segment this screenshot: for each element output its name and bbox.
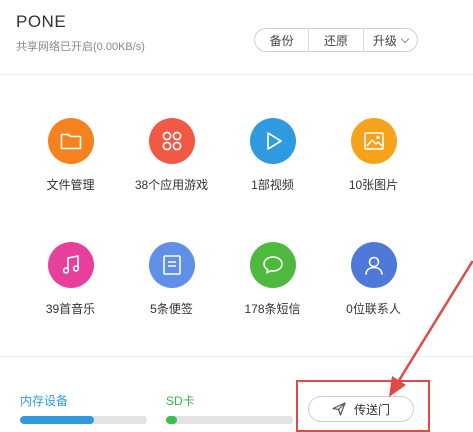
play-icon — [249, 118, 296, 164]
category-videos[interactable]: 1部视频 — [222, 118, 323, 193]
category-label: 178条短信 — [244, 302, 301, 316]
internal-storage-label: 内存设备 — [20, 394, 69, 408]
category-notes[interactable]: 5条便签 — [121, 242, 222, 317]
sd-card-label: SD卡 — [166, 394, 195, 408]
category-music[interactable]: 39首音乐 — [20, 242, 121, 317]
phone-manager-panel: PONE 共享网络已开启(0.00KB/s) 备份 还原 升级 文件管理 38个… — [0, 0, 473, 432]
internal-storage-bar — [20, 416, 147, 424]
upgrade-button-label: 升级 — [372, 33, 397, 48]
category-label: 38个应用游戏 — [134, 178, 209, 192]
message-icon — [249, 242, 296, 288]
category-label: 1部视频 — [251, 178, 294, 192]
contact-icon — [350, 242, 397, 288]
category-label: 10张图片 — [348, 178, 399, 192]
upgrade-dropdown-button[interactable]: 升级 — [364, 29, 417, 51]
backup-button[interactable]: 备份 — [255, 29, 310, 51]
category-contacts[interactable]: 0位联系人 — [323, 242, 424, 317]
image-icon — [350, 118, 397, 164]
transfer-portal-button[interactable]: 传送门 — [308, 396, 414, 422]
internal-storage: 内存设备 — [20, 392, 147, 424]
category-images[interactable]: 10张图片 — [323, 118, 424, 193]
category-label: 5条便签 — [150, 302, 193, 316]
chevron-down-icon — [400, 34, 410, 43]
internal-storage-bar-fill — [20, 416, 94, 424]
sd-card-bar — [166, 416, 293, 424]
apps-icon — [148, 118, 195, 164]
music-icon — [47, 242, 94, 288]
restore-button[interactable]: 还原 — [309, 29, 364, 51]
sd-card-storage: SD卡 — [166, 392, 293, 424]
sd-card-bar-fill — [166, 416, 178, 424]
category-label: 文件管理 — [46, 178, 95, 192]
category-file-manager[interactable]: 文件管理 — [20, 118, 121, 193]
action-button-group: 备份 还原 升级 — [254, 28, 418, 52]
folder-icon — [47, 118, 94, 164]
note-icon — [148, 242, 195, 288]
footer-divider — [0, 356, 473, 357]
category-label: 39首音乐 — [45, 302, 96, 316]
category-label: 0位联系人 — [346, 302, 401, 316]
category-apps-games[interactable]: 38个应用游戏 — [121, 118, 222, 193]
header-divider — [0, 74, 473, 75]
restore-button-label: 还原 — [323, 33, 348, 48]
annotation-arrow — [389, 260, 473, 397]
category-messages[interactable]: 178条短信 — [222, 242, 323, 317]
share-network-status: 共享网络已开启(0.00KB/s) — [16, 41, 145, 53]
backup-button-label: 备份 — [269, 33, 294, 48]
transfer-portal-label: 传送门 — [353, 402, 390, 417]
send-icon — [332, 402, 346, 416]
device-name: PONE — [16, 12, 67, 31]
